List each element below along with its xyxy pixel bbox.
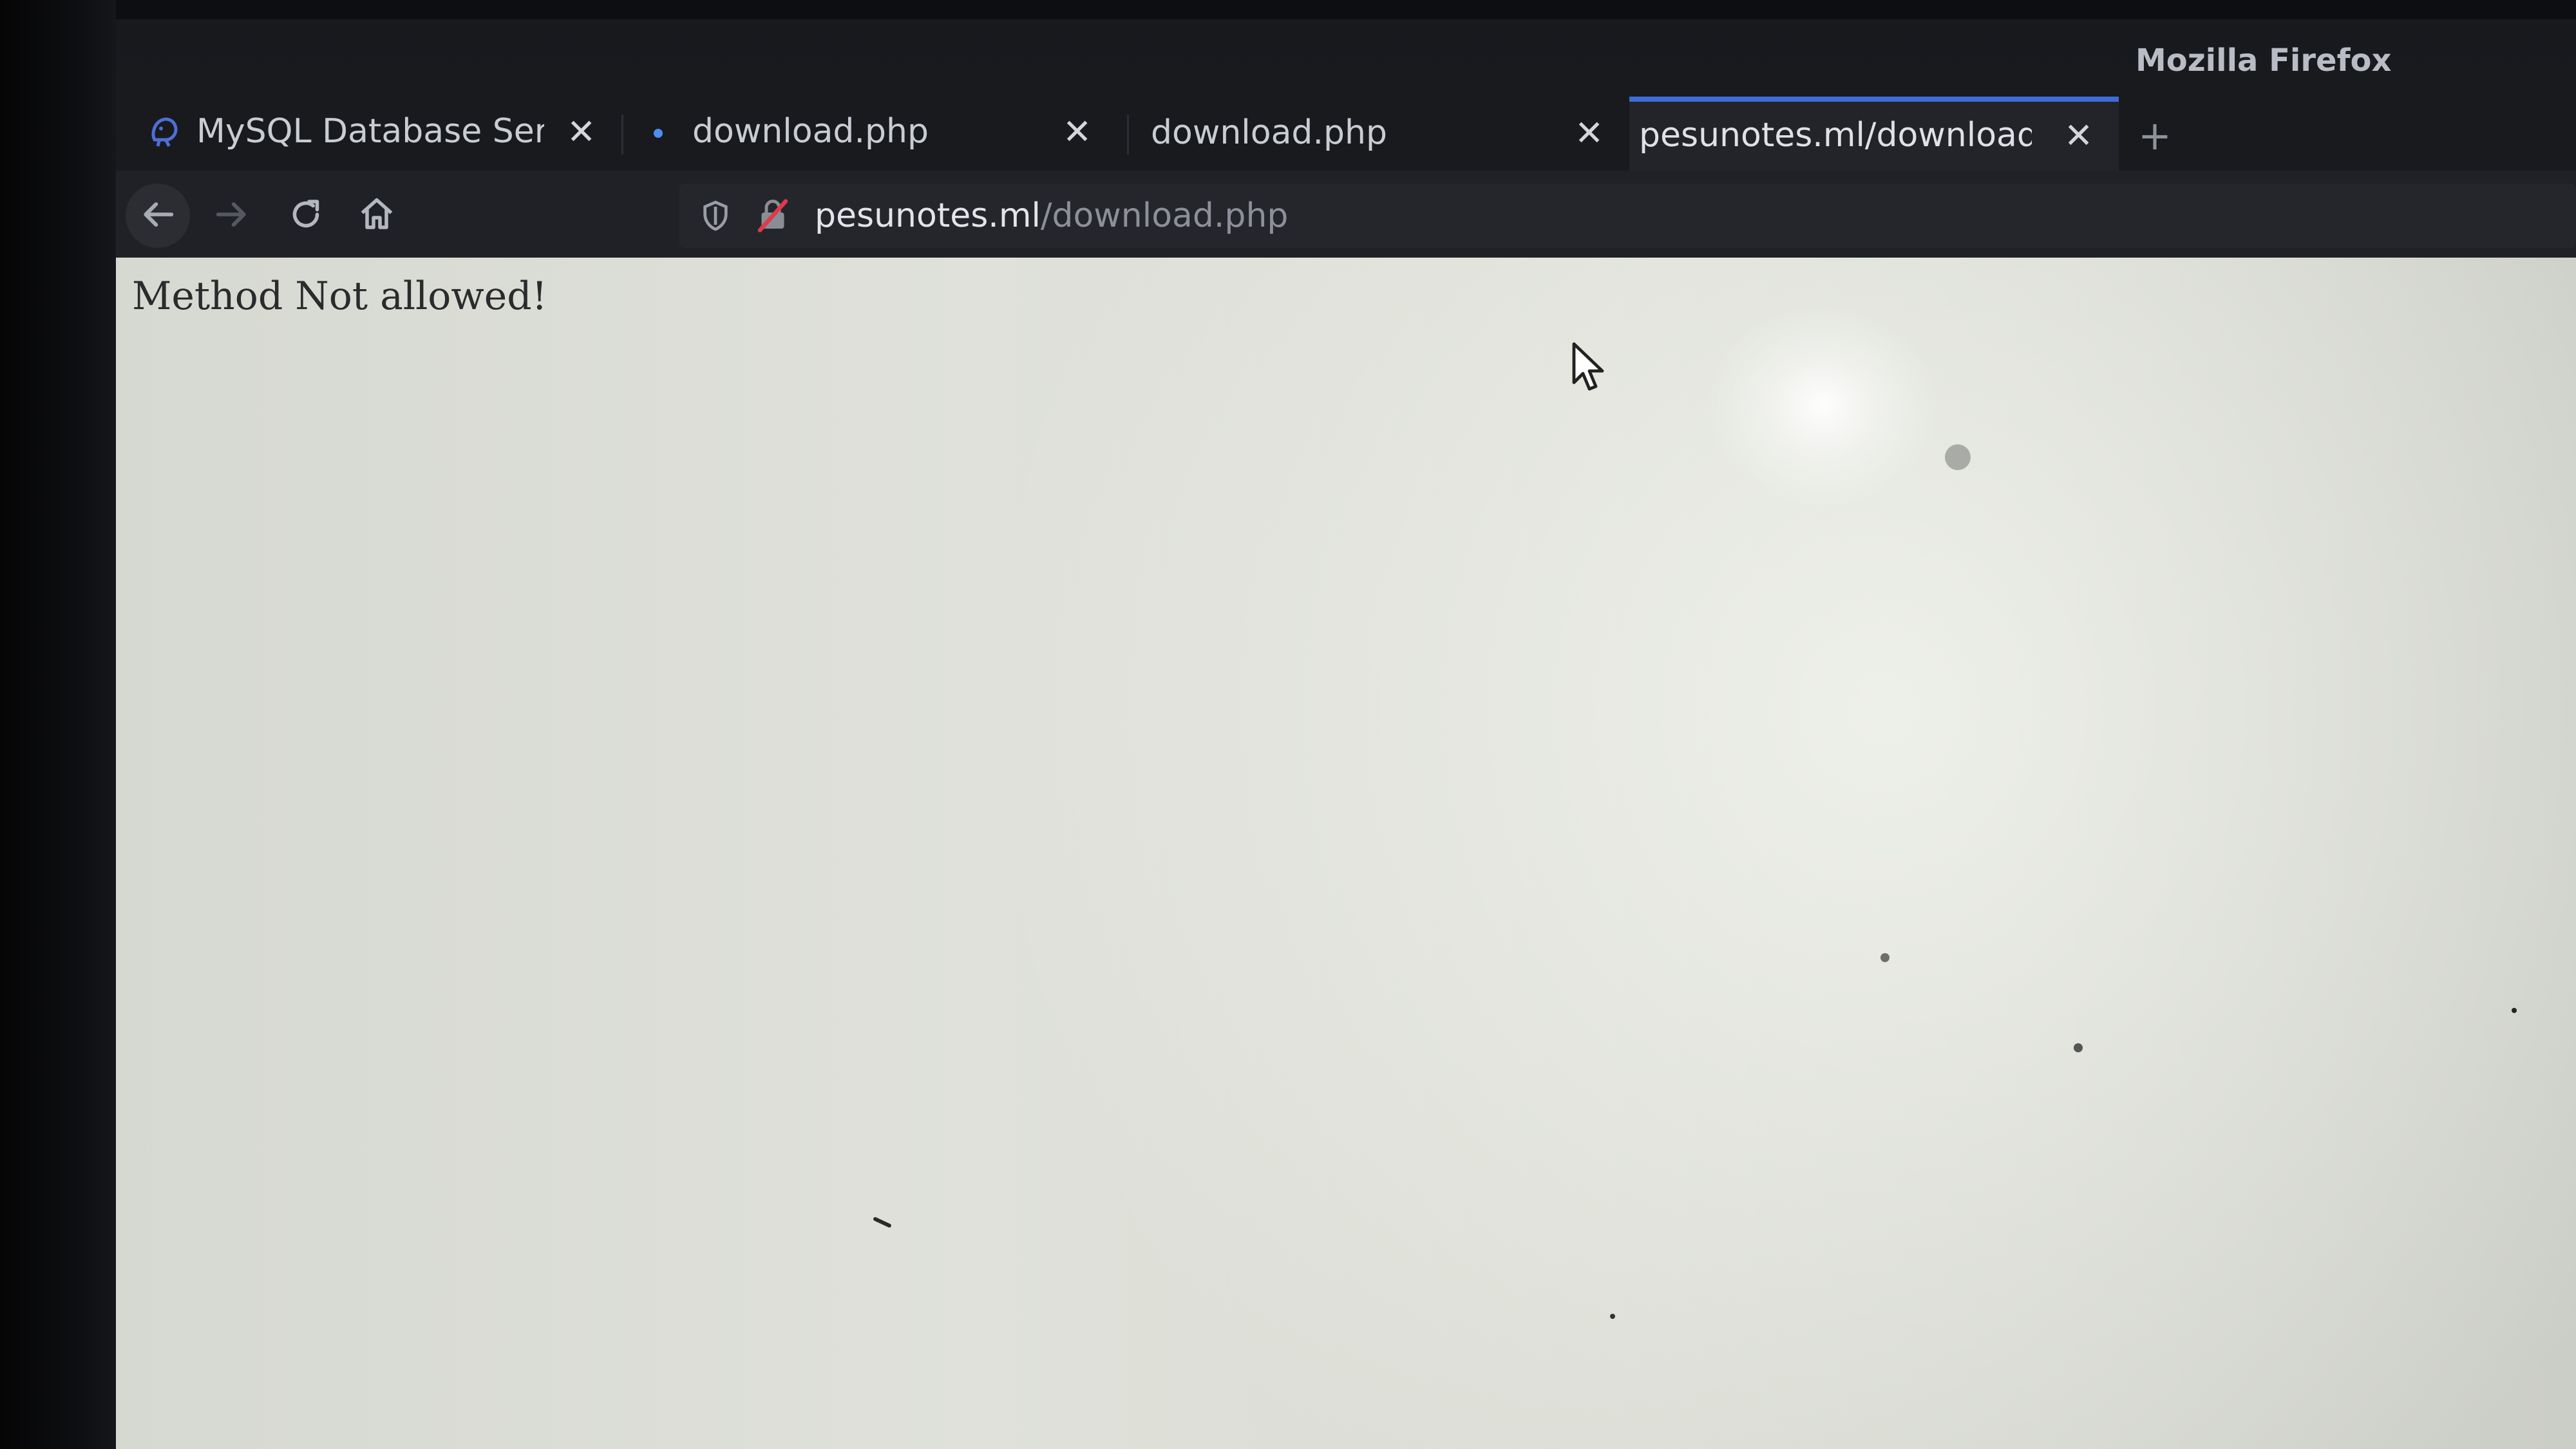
page-content: Method Not allowed!: [116, 258, 2576, 1449]
forward-button[interactable]: [200, 184, 264, 248]
screen-speck: [1610, 1314, 1615, 1319]
screen: Mozilla Firefox MySQL Database Serve ✕ d…: [0, 0, 2576, 1449]
monitor-bezel-left: [0, 0, 116, 1449]
tab-mysql[interactable]: MySQL Database Serve ✕: [129, 97, 618, 171]
reload-button[interactable]: [274, 184, 338, 248]
page-message: Method Not allowed!: [132, 274, 547, 319]
home-button[interactable]: [345, 184, 409, 248]
new-tab-button[interactable]: +: [2138, 116, 2172, 156]
tab-label: download.php: [692, 112, 929, 151]
tab-label: MySQL Database Serve: [196, 112, 544, 151]
loading-dot-icon: [654, 129, 663, 138]
screen-speck: [2074, 1043, 2083, 1052]
navigation-toolbar: pesunotes.ml/download.php: [116, 171, 2576, 258]
forward-arrow-icon: [211, 194, 252, 238]
url-host: pesunotes.ml: [815, 196, 1041, 235]
close-icon[interactable]: ✕: [1575, 116, 1604, 151]
close-icon[interactable]: ✕: [567, 115, 596, 149]
url-text[interactable]: pesunotes.ml/download.php: [815, 196, 1288, 235]
screen-speck: [1880, 953, 1889, 962]
tab-download-1[interactable]: download.php ✕: [631, 97, 1130, 171]
tab-strip: MySQL Database Serve ✕ download.php ✕ do…: [116, 97, 2576, 171]
tab-pesunotes-active[interactable]: pesunotes.ml/download.ph ✕: [1629, 97, 2119, 171]
tab-download-2[interactable]: download.php ✕: [1137, 97, 1626, 171]
url-bar[interactable]: pesunotes.ml/download.php: [679, 184, 2576, 248]
database-icon: [145, 111, 184, 152]
tab-label: download.php: [1151, 113, 1387, 152]
insecure-lock-icon[interactable]: [753, 196, 792, 238]
back-arrow-icon: [137, 194, 178, 238]
monitor-bezel-top: [0, 0, 2576, 19]
window-title: Mozilla Firefox: [2136, 43, 2392, 79]
url-path: /download.php: [1040, 196, 1289, 235]
close-icon[interactable]: ✕: [2064, 118, 2093, 153]
tracking-shield-icon[interactable]: [697, 198, 734, 236]
tab-separator: [621, 115, 623, 155]
reload-icon: [287, 195, 325, 236]
screen-speck: [2512, 1008, 2517, 1013]
screen-speck: [873, 1216, 892, 1229]
tab-separator: [1127, 115, 1129, 155]
back-button[interactable]: [126, 184, 190, 248]
home-icon: [357, 195, 396, 236]
close-icon[interactable]: ✕: [1063, 115, 1092, 149]
tab-label: pesunotes.ml/download.ph: [1639, 116, 2032, 155]
mouse-cursor-icon: [1571, 341, 1610, 393]
screen-speck: [1945, 444, 1971, 470]
